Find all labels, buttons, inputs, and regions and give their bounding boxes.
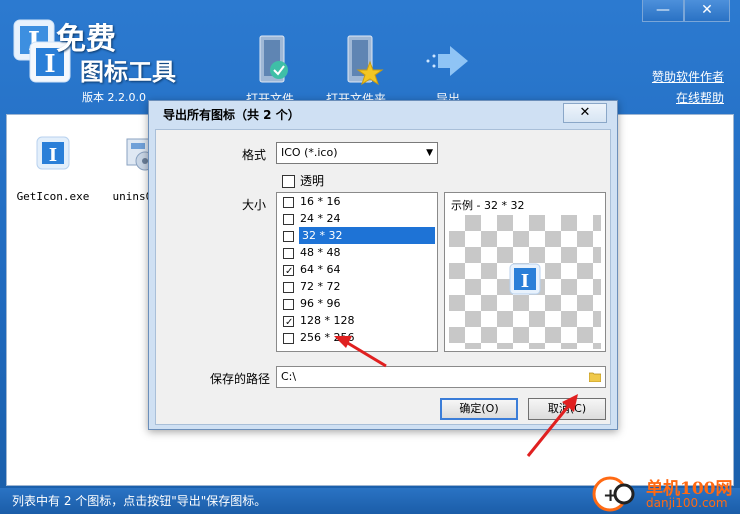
size-checkbox[interactable]	[283, 298, 294, 310]
transparent-checkbox-row[interactable]: 透明	[282, 172, 324, 189]
preview-canvas: I	[449, 215, 601, 349]
file-item[interactable]: I GetIcon.exe	[13, 133, 93, 203]
size-option[interactable]: 72 * 72	[277, 278, 437, 295]
transparent-checkbox[interactable]	[282, 175, 295, 188]
size-option-label: 48 * 48	[300, 246, 341, 259]
format-label: 格式	[242, 148, 267, 162]
path-label: 保存的路径	[210, 372, 271, 386]
size-checkbox[interactable]	[283, 247, 294, 259]
file-name: GetIcon.exe	[16, 190, 90, 203]
dialog-close-button[interactable]: ✕	[563, 103, 607, 123]
dropdown-arrow-icon: ▼	[426, 148, 433, 158]
size-option[interactable]: 64 * 64	[277, 261, 437, 280]
size-checkbox[interactable]	[283, 332, 294, 344]
window-controls: — ✕	[642, 0, 730, 22]
size-checkbox[interactable]	[283, 314, 294, 331]
cancel-button[interactable]: 取消(C)	[528, 398, 606, 420]
preview-app-icon: I	[509, 263, 541, 295]
size-checkbox[interactable]	[283, 230, 294, 242]
export-dialog: 导出所有图标（共 2 个） ✕ 格式 ICO (*.ico) ▼ 透明 大小 1…	[148, 100, 618, 430]
watermark-url: danji100.com	[646, 496, 728, 510]
size-checkbox[interactable]	[283, 263, 294, 280]
dialog-title: 导出所有图标（共 2 个）	[149, 101, 617, 129]
size-option-label: 32 * 32	[302, 229, 343, 242]
watermark-logo-icon: +	[592, 476, 635, 512]
size-option[interactable]: 256 * 256	[277, 329, 437, 346]
preview-panel: 示例 - 32 * 32 I	[444, 192, 606, 352]
version-label: 版本 2.2.0.0	[82, 91, 146, 104]
dialog-body: 格式 ICO (*.ico) ▼ 透明 大小 16 * 16 24 * 24 32 …	[155, 129, 611, 425]
size-option-label: 16 * 16	[300, 195, 341, 208]
size-option-label: 72 * 72	[300, 280, 341, 293]
app-icon: I	[36, 136, 70, 170]
transparent-label: 透明	[300, 174, 325, 188]
export-arrow-icon	[426, 46, 468, 76]
open-file-icon	[259, 35, 288, 83]
close-button[interactable]: ✕	[684, 0, 730, 22]
folder-browse-icon[interactable]	[589, 371, 601, 382]
online-help-link[interactable]: 在线帮助	[676, 89, 724, 106]
ok-button[interactable]: 确定(O)	[440, 398, 518, 420]
size-option-label: 64 * 64	[300, 263, 341, 276]
size-option[interactable]: 16 * 16	[277, 193, 437, 210]
watermark: + 单机100网 danji100.com	[586, 470, 736, 514]
preview-title: 示例 - 32 * 32	[451, 199, 525, 212]
size-label: 大小	[242, 198, 267, 212]
size-option-label: 96 * 96	[300, 297, 341, 310]
size-list[interactable]: 16 * 16 24 * 24 32 * 32 48 * 48 64 * 64 72 * …	[276, 192, 438, 352]
size-checkbox[interactable]	[283, 213, 294, 225]
size-option[interactable]: 96 * 96	[277, 295, 437, 312]
open-folder-icon	[347, 35, 384, 86]
format-select[interactable]: ICO (*.ico) ▼	[276, 142, 438, 164]
format-value: ICO (*.ico)	[281, 146, 338, 159]
size-checkbox[interactable]	[283, 196, 294, 208]
minimize-button[interactable]: —	[642, 0, 684, 22]
sponsor-link[interactable]: 赞助软件作者	[652, 68, 724, 85]
svg-text:I: I	[49, 145, 57, 166]
size-option-label: 24 * 24	[300, 212, 341, 225]
size-option[interactable]: 32 * 32	[277, 227, 437, 244]
logo-title-line2: 图标工具	[80, 57, 176, 86]
size-option[interactable]: 24 * 24	[277, 210, 437, 227]
size-checkbox[interactable]	[283, 281, 294, 293]
size-option[interactable]: 48 * 48	[277, 244, 437, 261]
path-input[interactable]: C:\	[276, 366, 606, 388]
svg-text:I: I	[521, 271, 529, 292]
size-option[interactable]: 128 * 128	[277, 312, 437, 331]
size-option-label: 128 * 128	[300, 314, 355, 327]
path-value: C:\	[281, 370, 297, 383]
svg-text:I: I	[44, 49, 55, 78]
size-option-label: 256 * 256	[300, 331, 355, 344]
